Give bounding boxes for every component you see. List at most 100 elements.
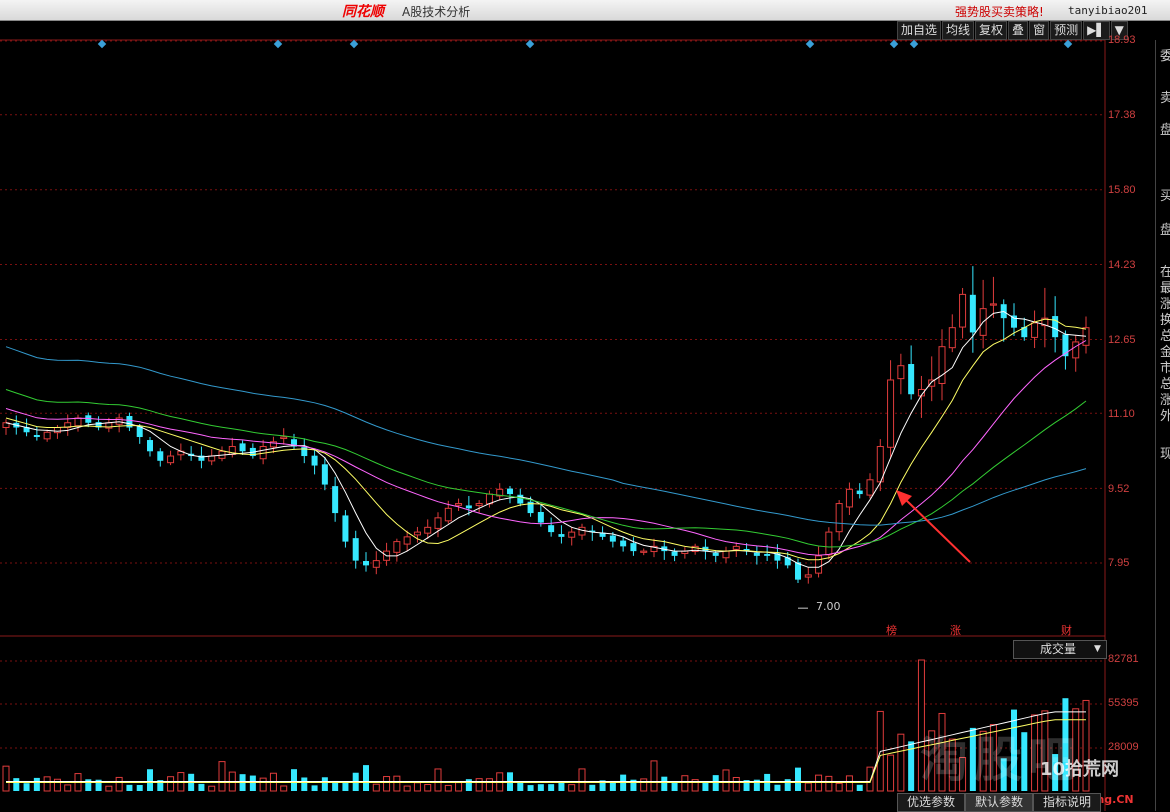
moving-average-button[interactable]: 均线: [942, 21, 975, 40]
candle-down: [332, 486, 339, 514]
volume-bar-down: [321, 777, 328, 791]
volume-bar-down: [23, 783, 30, 791]
panel-label: 委: [1160, 49, 1170, 64]
volume-bar-up: [455, 782, 463, 792]
volume-bar-up: [383, 776, 391, 792]
candle-up: [167, 455, 175, 464]
volume-bar-up: [681, 775, 689, 792]
volume-bar-up: [434, 768, 442, 792]
window-button[interactable]: 窗: [1029, 21, 1050, 40]
candle-up: [825, 531, 833, 556]
volume-bar-up: [259, 777, 267, 792]
price-tick: 18.93: [1108, 34, 1136, 46]
candle-up: [1031, 322, 1039, 338]
promo-link[interactable]: 强势股买卖策略!: [955, 3, 1044, 20]
indicator-dropdown[interactable]: 成交量 ▼: [1013, 640, 1107, 659]
volume-bar-down: [527, 785, 534, 791]
volume-bar-down: [856, 784, 863, 791]
volume-bar-down: [548, 784, 555, 791]
tab-indicator-help[interactable]: 指标说明: [1033, 793, 1102, 812]
candle-up: [434, 517, 442, 529]
volume-bar-up: [403, 785, 411, 792]
candle-up: [959, 293, 967, 328]
candle-down: [609, 535, 616, 542]
candle-down: [548, 525, 555, 533]
quote-side-panel: 委 卖 盘 买 盘 在 最 涨 换 总 金 市 总 涨 外 现: [1155, 40, 1170, 811]
candle-up: [74, 417, 82, 427]
volume-bar-down: [363, 765, 369, 791]
candle-up: [578, 526, 586, 536]
volume-bar-down: [537, 784, 544, 791]
candle-up: [989, 303, 997, 306]
candle-down: [363, 561, 369, 566]
panel-label: 最: [1160, 281, 1170, 296]
collapse-panel-icon[interactable]: ▶▌: [1083, 21, 1110, 40]
candle-up: [815, 555, 823, 574]
candle-up: [475, 503, 483, 507]
volume-bar-up: [887, 754, 895, 792]
price-tick: 12.65: [1108, 334, 1136, 346]
volume-bar-up: [650, 760, 658, 792]
info-diamond-icon: [525, 39, 535, 49]
event-marker-list[interactable]: 榜: [886, 622, 897, 638]
volume-bar-down: [126, 784, 133, 791]
volume-bar-up: [393, 775, 401, 792]
panel-label: 金: [1160, 345, 1170, 360]
panel-label: 现: [1160, 447, 1170, 462]
candle-down: [630, 543, 637, 552]
volume-bar-up: [444, 784, 452, 792]
candle-up: [393, 541, 401, 553]
volume-bar-up: [485, 778, 493, 792]
volume-bar-up: [167, 776, 175, 792]
candle-up: [948, 327, 956, 349]
volume-bar-up: [804, 782, 812, 792]
candle-up: [887, 379, 895, 448]
volume-bar-up: [640, 778, 648, 792]
candle-up: [424, 526, 432, 534]
price-tick: 14.23: [1108, 259, 1136, 271]
chevron-down-icon: ▼: [1094, 644, 1101, 654]
volume-bar-down: [465, 779, 472, 791]
volume-bar-up: [568, 784, 576, 792]
candle-down: [1052, 316, 1059, 338]
candle-up: [804, 574, 812, 578]
candle-down: [764, 553, 771, 556]
volume-bar-up: [413, 782, 421, 792]
param-tabs: 优选参数 默认参数 指标说明: [897, 793, 1102, 812]
candle-down: [342, 515, 349, 542]
candle-down: [671, 551, 678, 556]
tab-preferred-params[interactable]: 优选参数: [897, 793, 966, 812]
add-watchlist-button[interactable]: 加自选: [897, 21, 942, 40]
volume-bar-up: [115, 776, 123, 792]
volume-bar-up: [845, 775, 853, 792]
volume-tick: 28009: [1108, 741, 1139, 753]
adjust-price-button[interactable]: 复权: [975, 21, 1008, 40]
volume-bar-up: [475, 778, 483, 792]
overlay-button[interactable]: 叠: [1008, 21, 1029, 40]
candle-up: [372, 560, 380, 568]
candle-up: [455, 503, 463, 506]
volume-bar-down: [147, 769, 153, 791]
username[interactable]: tanyibiao201: [1068, 4, 1147, 17]
volume-bar-up: [866, 766, 874, 792]
ma5-line: [5, 310, 1087, 568]
kline-chart[interactable]: [0, 20, 1155, 811]
price-tick: 7.95: [1108, 557, 1130, 569]
volume-bar-down: [33, 777, 40, 791]
volume-bar-down: [13, 778, 20, 791]
price-tick: 15.80: [1108, 184, 1136, 196]
candle-down: [239, 443, 246, 452]
candle-down: [795, 562, 801, 580]
volume-bar-up: [208, 785, 216, 792]
volume-bar-down: [311, 785, 318, 791]
volume-bar-down: [301, 777, 308, 791]
volume-bar-up: [43, 776, 51, 792]
event-marker-finance[interactable]: 财: [1061, 622, 1072, 638]
event-marker-limit-up[interactable]: 涨: [950, 622, 961, 638]
candle-down: [856, 490, 863, 495]
tab-default-params[interactable]: 默认参数: [965, 793, 1034, 812]
candle-down: [311, 455, 318, 466]
candle-down: [157, 451, 164, 461]
volume-bar-down: [774, 784, 781, 791]
forecast-button[interactable]: 预测: [1050, 21, 1083, 40]
